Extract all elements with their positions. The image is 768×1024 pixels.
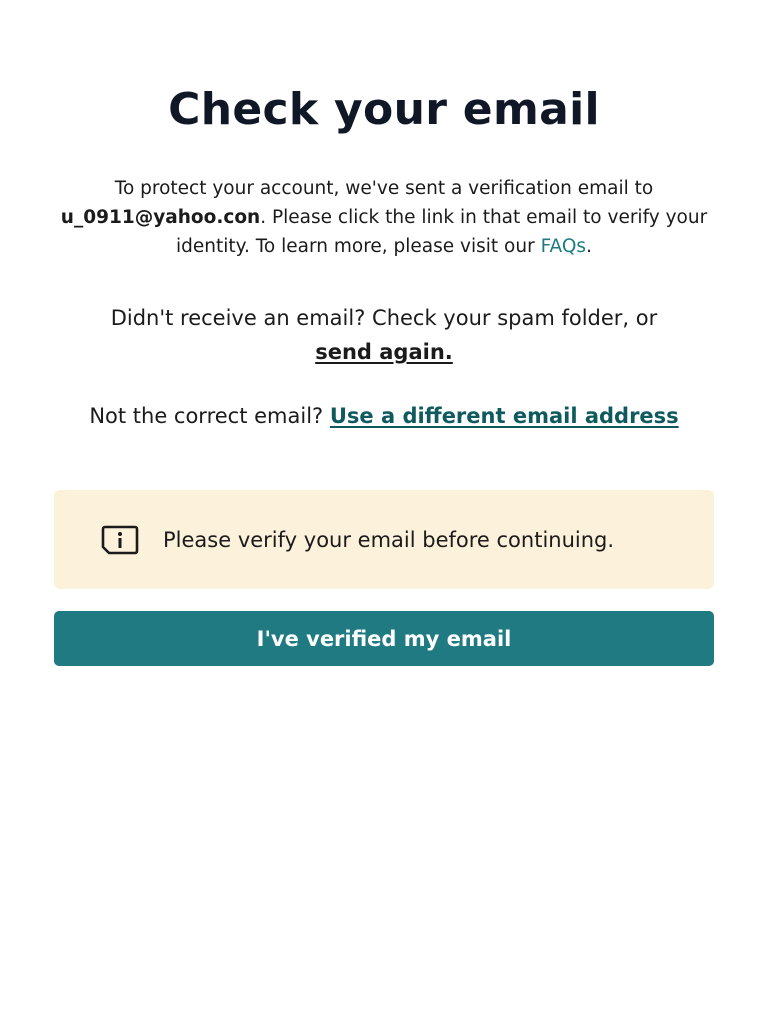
resend-prompt: Didn't receive an email? Check your spam… [110,306,658,330]
wrong-email-section: Not the correct email? Use a different e… [54,399,714,433]
verify-notice-banner: Please verify your email before continui… [54,490,714,589]
intro-end: . [586,236,592,257]
wrong-email-prompt: Not the correct email? [89,404,330,428]
send-again-link[interactable]: send again. [315,340,453,364]
page-title: Check your email [168,84,600,135]
use-different-email-link[interactable]: Use a different email address [330,404,679,428]
verified-email-button[interactable]: I've verified my email [54,611,714,666]
notice-text: Please verify your email before continui… [163,527,615,552]
intro-text: To protect your account, we've sent a ve… [54,174,714,261]
verify-email-page: Check your email To protect your account… [0,0,768,1024]
user-email: u_0911@yahoo.con [60,207,261,228]
resend-section: Didn't receive an email? Check your spam… [54,301,714,369]
faq-link[interactable]: FAQs [541,236,586,257]
intro-before-email: To protect your account, we've sent a ve… [114,178,654,199]
info-icon [101,525,139,555]
